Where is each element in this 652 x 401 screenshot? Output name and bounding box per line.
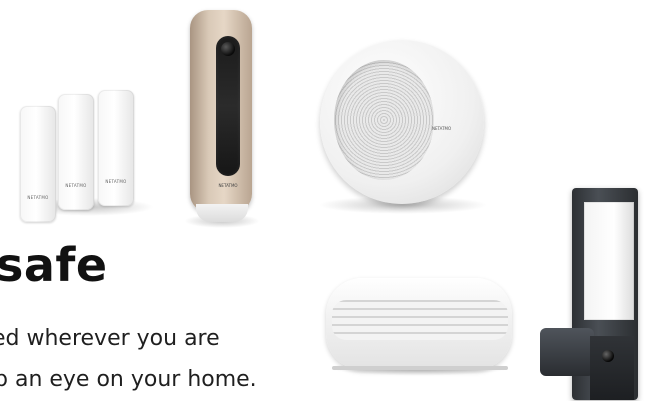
sensor-brand-label: NETATMO — [65, 183, 87, 188]
sensor-brand-label: NETATMO — [105, 179, 127, 184]
smoke-alarm-edge — [332, 366, 508, 370]
window-sensor-left: NETATMO — [20, 106, 56, 222]
sensor-brand-label: NETATMO — [27, 195, 49, 200]
indoor-camera-face — [216, 36, 240, 176]
product-image-outdoor-camera — [0, 0, 638, 400]
siren-grill — [334, 60, 434, 180]
outdoor-camera-mount-arm — [540, 328, 594, 376]
product-image-window-sensors: NETATMO NETATMO NETATMO — [14, 82, 154, 222]
outdoor-camera-light-panel — [584, 202, 634, 320]
hero-subtext-line-1: ed wherever you are — [0, 326, 220, 351]
indoor-camera-lens — [221, 42, 235, 56]
indoor-camera-base — [196, 204, 248, 222]
window-sensor-middle: NETATMO — [58, 94, 94, 210]
hero-subtext-line-2: p an eye on your home. — [0, 367, 257, 392]
hero-headline: safe — [0, 238, 108, 292]
indoor-camera-brand: NETATMO — [218, 183, 238, 188]
smoke-alarm-vents — [332, 300, 508, 340]
outdoor-camera-lens — [602, 350, 614, 362]
siren-brand: NETATMO — [432, 126, 452, 131]
window-sensor-right: NETATMO — [98, 90, 134, 206]
outdoor-camera-head — [590, 336, 634, 400]
